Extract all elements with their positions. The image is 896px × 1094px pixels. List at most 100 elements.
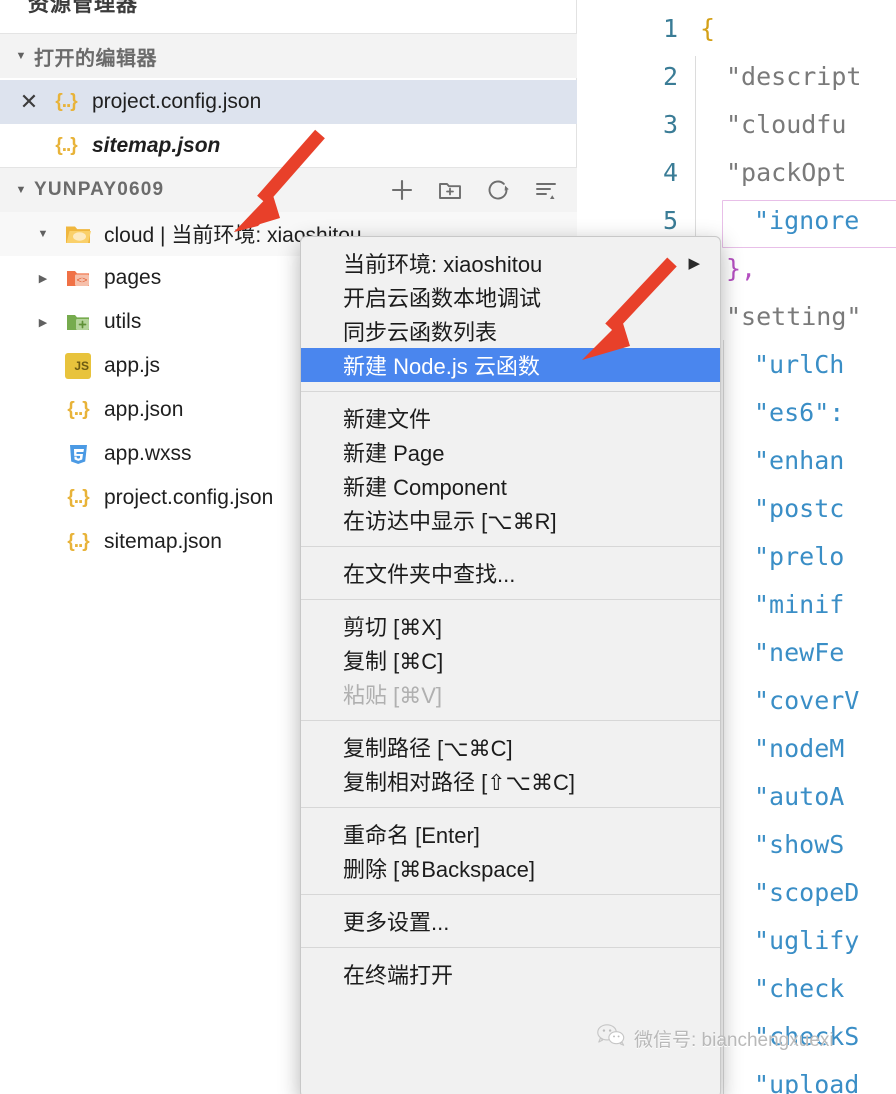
- menu-item-enable-local-debug[interactable]: 开启云函数本地调试: [301, 280, 720, 314]
- menu-item-delete[interactable]: 删除 [⌘Backspace]: [301, 851, 720, 885]
- chevron-right-icon[interactable]: ▶: [30, 272, 56, 285]
- menu-item-new-page[interactable]: 新建 Page: [301, 435, 720, 469]
- menu-separator: [301, 947, 720, 948]
- menu-separator: [301, 599, 720, 600]
- code-line-15: "coverV: [754, 686, 860, 715]
- json-icon: {..}: [55, 91, 77, 112]
- indent-guide: [723, 340, 724, 1094]
- section-project-root[interactable]: ▼ YUNPAY0609: [0, 168, 577, 212]
- section-open-editors[interactable]: ▼ 打开的编辑器: [0, 34, 577, 78]
- menu-separator: [301, 546, 720, 547]
- code-line-2: "descript: [726, 62, 862, 91]
- menu-item-label: 在文件夹中查找...: [343, 562, 516, 587]
- menu-item-label: 粘贴 [⌘V]: [343, 683, 443, 708]
- line-number: 4: [662, 158, 678, 187]
- folder-utils-icon: [56, 308, 100, 336]
- open-editor-item-project-config[interactable]: ✕ {..} project.config.json: [0, 80, 577, 124]
- chevron-down-icon[interactable]: ▼: [30, 228, 56, 240]
- menu-item-label: 删除 [⌘Backspace]: [343, 857, 535, 882]
- menu-item-copy[interactable]: 复制 [⌘C]: [301, 643, 720, 677]
- menu-item-paste: 粘贴 [⌘V]: [301, 677, 720, 711]
- chevron-right-icon[interactable]: ▶: [688, 254, 700, 272]
- code-line-13: "minif: [754, 590, 845, 619]
- code-line-23: "upload: [754, 1070, 860, 1094]
- tree-label-pages: pages: [104, 266, 162, 289]
- code-line-20: "uglify: [754, 926, 860, 955]
- menu-item-label: 开启云函数本地调试: [343, 286, 542, 311]
- json-icon: {..}: [67, 531, 89, 552]
- code-line-9: "es6":: [754, 398, 845, 427]
- menu-item-cut[interactable]: 剪切 [⌘X]: [301, 609, 720, 643]
- menu-item-label: 新建 Node.js 云函数: [343, 354, 540, 379]
- code-line-5: "ignore: [754, 206, 860, 235]
- code-line-16: "nodeM: [754, 734, 845, 763]
- menu-item-new-file[interactable]: 新建文件: [301, 401, 720, 435]
- svg-text:<>: <>: [77, 276, 88, 286]
- open-editor-label: sitemap.json: [92, 134, 221, 157]
- code-line-8: "urlCh: [754, 350, 845, 379]
- code-line-19: "scopeD: [754, 878, 860, 907]
- menu-item-reveal-in-finder[interactable]: 在访达中显示 [⌥⌘R]: [301, 503, 720, 537]
- line-number: 5: [662, 206, 678, 235]
- chevron-down-icon[interactable]: ▼: [8, 184, 34, 196]
- code-line-18: "showS: [754, 830, 845, 859]
- menu-item-sync-cloud-functions[interactable]: 同步云函数列表: [301, 314, 720, 348]
- tree-label-sitemap-json: sitemap.json: [104, 530, 222, 553]
- wechat-icon: [596, 1022, 626, 1054]
- menu-item-label: 新建 Component: [343, 475, 507, 500]
- new-folder-icon[interactable]: [437, 177, 463, 203]
- context-menu[interactable]: 当前环境: xiaoshitou ▶ 开启云函数本地调试 同步云函数列表 新建 …: [300, 236, 721, 1094]
- menu-item-more-settings[interactable]: 更多设置...: [301, 904, 720, 938]
- menu-item-label: 复制相对路径 [⇧⌥⌘C]: [343, 770, 576, 795]
- code-line-1: {: [700, 14, 716, 43]
- collapse-all-icon[interactable]: [533, 177, 559, 203]
- line-number: 3: [662, 110, 678, 139]
- code-line-4: "packOpt: [726, 158, 847, 187]
- project-name-label: YUNPAY0609: [34, 179, 165, 200]
- menu-separator: [301, 894, 720, 895]
- code-line-21: "check: [754, 974, 845, 1003]
- tree-label-utils: utils: [104, 310, 142, 333]
- open-editor-item-sitemap[interactable]: {..} sitemap.json: [0, 124, 577, 168]
- json-icon: {..}: [67, 399, 89, 420]
- chevron-right-icon[interactable]: ▶: [30, 316, 56, 329]
- folder-pages-icon: <>: [56, 264, 100, 292]
- menu-separator: [301, 391, 720, 392]
- menu-item-label: 在访达中显示 [⌥⌘R]: [343, 509, 557, 534]
- menu-item-copy-path[interactable]: 复制路径 [⌥⌘C]: [301, 730, 720, 764]
- menu-item-label: 当前环境: xiaoshitou: [343, 252, 543, 277]
- explorer-title: 资源管理器: [28, 0, 138, 16]
- code-line-17: "autoA: [754, 782, 845, 811]
- menu-separator: [301, 720, 720, 721]
- json-icon: {..}: [67, 487, 89, 508]
- code-line-7: "setting": [726, 302, 862, 331]
- menu-item-label: 剪切 [⌘X]: [343, 615, 443, 640]
- menu-item-label: 复制 [⌘C]: [343, 649, 444, 674]
- menu-item-new-nodejs-cloud-function[interactable]: 新建 Node.js 云函数: [301, 348, 720, 382]
- menu-item-rename[interactable]: 重命名 [Enter]: [301, 817, 720, 851]
- close-icon[interactable]: ✕: [14, 91, 44, 113]
- menu-item-open-in-terminal[interactable]: 在终端打开: [301, 957, 720, 991]
- menu-item-label: 重命名 [Enter]: [343, 823, 480, 848]
- menu-item-label: 新建文件: [343, 407, 432, 432]
- new-file-icon[interactable]: [389, 177, 415, 203]
- watermark: 微信号: bianchengxuexi: [596, 1022, 834, 1054]
- menu-item-current-env[interactable]: 当前环境: xiaoshitou ▶: [301, 246, 720, 280]
- menu-item-copy-relative-path[interactable]: 复制相对路径 [⇧⌥⌘C]: [301, 764, 720, 798]
- menu-item-label: 同步云函数列表: [343, 320, 498, 345]
- menu-item-new-component[interactable]: 新建 Component: [301, 469, 720, 503]
- section-open-editors-label: 打开的编辑器: [34, 47, 157, 70]
- menu-item-label: 新建 Page: [343, 441, 445, 466]
- tree-label-app-js: app.js: [104, 354, 161, 377]
- watermark-text: 微信号: bianchengxuexi: [634, 1029, 834, 1051]
- js-icon: JS: [56, 353, 100, 379]
- code-line-14: "newFe: [754, 638, 845, 667]
- menu-item-find-in-folder[interactable]: 在文件夹中查找...: [301, 556, 720, 590]
- code-line-10: "enhan: [754, 446, 845, 475]
- refresh-icon[interactable]: [485, 177, 511, 203]
- json-icon: {..}: [55, 135, 77, 156]
- menu-item-label: 更多设置...: [343, 910, 450, 935]
- menu-separator: [301, 807, 720, 808]
- code-line-3: "cloudfu: [726, 110, 847, 139]
- chevron-down-icon[interactable]: ▼: [8, 50, 34, 62]
